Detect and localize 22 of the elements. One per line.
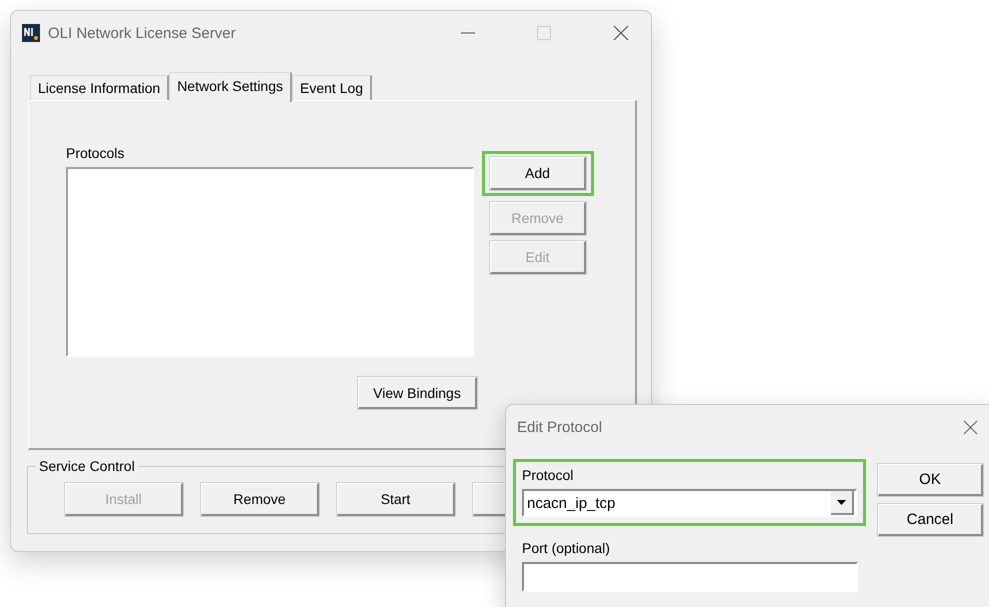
push-button[interactable]: Start xyxy=(337,483,455,516)
port-input-field[interactable] xyxy=(522,562,858,592)
tab[interactable]: Network Settings xyxy=(169,72,292,102)
group-label: Service Control xyxy=(36,458,138,474)
push-button[interactable]: OK xyxy=(878,464,983,496)
protocol-dropdown[interactable]: ncacn_ip_tcp xyxy=(522,489,857,517)
window-title: OLI Network License Server xyxy=(48,24,237,42)
protocol-label: Protocol xyxy=(522,467,574,483)
app-logo-icon xyxy=(22,24,40,42)
push-button[interactable]: Remove xyxy=(201,483,319,516)
close-icon[interactable] xyxy=(613,25,629,41)
maximize-icon xyxy=(537,26,551,40)
protocols-label: Protocols xyxy=(66,145,126,161)
close-icon[interactable] xyxy=(963,420,978,434)
dropdown-arrow-icon xyxy=(837,500,846,504)
port-label: Port (optional) xyxy=(522,540,611,556)
push-button[interactable]: Add xyxy=(490,157,586,190)
push-button[interactable]: Cancel xyxy=(878,504,983,536)
tab[interactable]: License Information xyxy=(30,75,170,100)
view-bindings-button[interactable]: View Bindings xyxy=(358,377,477,409)
dialog-title: Edit Protocol xyxy=(517,418,602,436)
tab[interactable]: Event Log xyxy=(292,75,372,100)
